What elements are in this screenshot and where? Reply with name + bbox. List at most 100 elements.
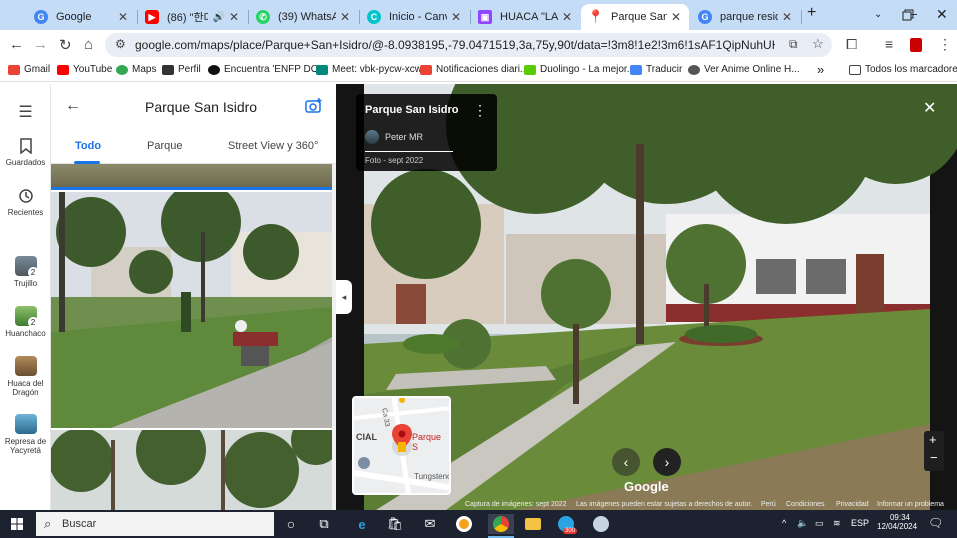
mini-map[interactable]: CIAL Parque S Ca 33 Tungsteno <box>352 396 451 495</box>
notifications-icon[interactable]: 🗨 <box>928 516 943 530</box>
author-avatar[interactable] <box>365 130 379 144</box>
task-view-icon[interactable]: ⧉ <box>314 514 334 534</box>
tab-huaca[interactable]: ▣ HUACA "LAS CO ✕ <box>470 4 580 30</box>
rail-place-trujillo[interactable]: 2 Trujillo <box>0 256 51 288</box>
bookmark-perfil[interactable]: Perfil <box>162 64 201 75</box>
forward-button[interactable]: → <box>33 36 48 53</box>
tab-parque-san-isidro[interactable]: 📍 Parque San Isid ✕ <box>581 4 689 30</box>
address-bar[interactable]: ⚙ google.com/maps/place/Parque+San+Isidr… <box>105 33 832 57</box>
country-link[interactable]: Perú <box>761 501 776 508</box>
bookmark-maps[interactable]: Maps <box>116 64 156 75</box>
bookmark-star-icon[interactable]: ☆ <box>812 36 824 52</box>
chrome-icon[interactable] <box>488 514 514 534</box>
bookmark-anime[interactable]: Ver Anime Online H... <box>688 64 800 75</box>
windows-taskbar: ⌕ Buscar ○ ⧉ e 🛍 ✉ 300 ^ 🔈 ▭ ≋ ESP 09:34… <box>0 510 957 538</box>
taskbar-search-box[interactable]: ⌕ Buscar <box>36 512 274 536</box>
rail-place-huaca-del-dragon[interactable]: Huaca del Dragón <box>0 356 51 397</box>
tab-youtube[interactable]: ▶ (86) "한대키 🔊 ✕ <box>137 4 247 30</box>
install-app-icon[interactable]: ⧉ <box>789 37 798 52</box>
bookmark-youtube[interactable]: YouTube <box>57 64 112 75</box>
bookmark-traducir[interactable]: Traducir <box>630 64 682 75</box>
tab-canva[interactable]: C Inicio - Canva ✕ <box>359 4 469 30</box>
tab-parque-residencial[interactable]: G parque residenc ✕ <box>690 4 800 30</box>
tab-whatsapp[interactable]: ✆ (39) WhatsApp ✕ <box>248 4 358 30</box>
tray-chevron-icon[interactable]: ^ <box>782 518 786 528</box>
file-explorer-icon[interactable] <box>523 514 543 534</box>
new-tab-button[interactable]: + <box>807 4 816 22</box>
photo-thumbnail[interactable] <box>51 430 332 510</box>
url-text: google.com/maps/place/Parque+San+Isidro/… <box>135 38 775 52</box>
extensions-icon[interactable]: ⧠ <box>846 36 857 53</box>
globe-icon <box>688 64 700 75</box>
rail-label: Huanchaco <box>5 329 46 338</box>
network-icon[interactable]: ▭ <box>815 518 824 529</box>
rail-place-yacyreta[interactable]: Represa de Yacyretá <box>0 414 51 455</box>
street-view-info-card: Parque San Isidro ⋮ Peter MR Foto - sept… <box>356 94 497 171</box>
trees-photo-image <box>51 430 332 510</box>
steam-icon[interactable] <box>591 514 611 534</box>
mail-icon[interactable]: ✉ <box>420 514 440 534</box>
cortana-icon[interactable]: ○ <box>281 514 301 534</box>
zoom-out-button[interactable]: − <box>930 450 938 465</box>
tab-google[interactable]: G Google ✕ <box>26 4 136 30</box>
more-options-icon[interactable]: ⋮ <box>473 102 487 119</box>
clock[interactable]: 09:34 12/04/2024 <box>877 513 917 531</box>
report-problem-link[interactable]: Informar un problema <box>877 501 944 508</box>
close-icon[interactable]: ✕ <box>782 10 792 24</box>
hamburger-menu-icon[interactable]: ☰ <box>0 102 51 122</box>
tab-todo[interactable]: Todo <box>75 140 101 152</box>
store-icon[interactable]: 🛍 <box>385 514 405 534</box>
close-icon[interactable]: ✕ <box>118 10 128 24</box>
bookmark-notificaciones[interactable]: Notificaciones diari... <box>420 64 528 75</box>
rail-place-huanchaco[interactable]: 2 Huanchaco <box>0 306 51 338</box>
close-icon[interactable]: ✕ <box>340 10 350 24</box>
windows-start-icon[interactable] <box>11 518 23 530</box>
close-icon[interactable]: ✕ <box>562 10 572 24</box>
collapse-panel-button[interactable]: ◂ <box>336 280 352 314</box>
photo-thumbnail-park[interactable] <box>51 192 332 428</box>
chrome-canary-icon[interactable] <box>454 514 474 534</box>
profile-avatar[interactable] <box>910 38 922 52</box>
bookmarks-overflow-button[interactable]: » <box>817 62 824 77</box>
all-bookmarks-folder[interactable]: Todos los marcadores <box>849 64 957 75</box>
bookmark-icon <box>19 138 32 154</box>
next-arrow-button[interactable]: › <box>653 448 681 476</box>
site-info-icon[interactable]: ⚙ <box>115 37 126 51</box>
add-photo-icon[interactable] <box>305 98 323 114</box>
gmail-icon <box>8 64 20 75</box>
tab-parque[interactable]: Parque <box>147 140 182 152</box>
wifi-icon[interactable]: ≋ <box>833 518 841 529</box>
window-close-button[interactable]: ✕ <box>936 6 948 23</box>
privacy-link[interactable]: Privacidad <box>836 501 869 508</box>
reload-button[interactable]: ↻ <box>59 36 72 54</box>
volume-icon[interactable]: 🔈 <box>797 518 808 529</box>
photo-thumbnail[interactable] <box>51 164 332 190</box>
terms-link[interactable]: Condiciones <box>786 501 825 508</box>
bookmark-meet[interactable]: Meet: vbk-pycw-xcw <box>316 64 422 75</box>
close-icon[interactable]: ✕ <box>671 10 681 24</box>
previous-arrow-button[interactable]: ‹ <box>612 448 640 476</box>
home-button[interactable]: ⌂ <box>84 36 93 53</box>
tab-street-view[interactable]: Street View y 360° <box>228 140 318 152</box>
bookmark-enfp[interactable]: Encuentra 'ENFP DO... <box>208 64 327 75</box>
menu-kebab-icon[interactable]: ⋮ <box>938 36 952 53</box>
language-indicator[interactable]: ESP <box>851 518 869 528</box>
tab-title: Parque San Isid <box>611 11 667 23</box>
street-view-viewer[interactable]: Parque San Isidro ⋮ Peter MR Foto - sept… <box>336 84 957 510</box>
speaker-icon[interactable]: 🔊 <box>212 12 224 23</box>
back-button[interactable]: ← <box>9 36 24 53</box>
bookmark-duolingo[interactable]: Duolingo - La mejor... <box>524 64 635 75</box>
close-street-view-button[interactable]: ✕ <box>923 98 936 118</box>
rail-recent[interactable]: Recientes <box>0 188 51 217</box>
edge-icon[interactable]: e <box>352 514 372 534</box>
zoom-in-button[interactable]: + <box>929 432 937 447</box>
close-icon[interactable]: ✕ <box>229 10 239 24</box>
bookmark-gmail[interactable]: Gmail <box>8 64 50 75</box>
reading-list-icon[interactable]: ≡ <box>885 36 893 52</box>
close-icon[interactable]: ✕ <box>451 10 461 24</box>
back-arrow-icon[interactable]: ← <box>65 97 81 115</box>
bookmark-label: Notificaciones diari... <box>436 64 529 75</box>
tab-search-chevron-icon[interactable]: ⌄ <box>874 9 882 20</box>
rail-saved[interactable]: Guardados <box>0 138 51 167</box>
author-name[interactable]: Peter MR <box>385 132 423 142</box>
